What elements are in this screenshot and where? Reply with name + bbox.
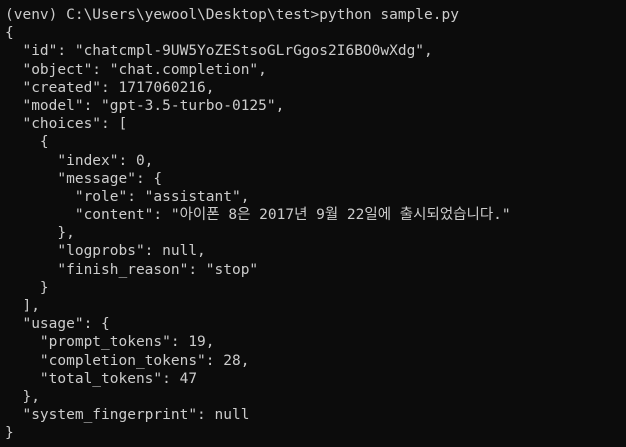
json-total-tokens-line: "total_tokens": 47	[5, 370, 198, 387]
json-choices-line: "choices": [	[5, 116, 128, 133]
json-logprobs-line: "logprobs": null,	[5, 243, 206, 260]
command-prompt-line: (venv) C:\Users\yewool\Desktop\test>pyth…	[5, 7, 459, 23]
json-role-line: "role": "assistant",	[5, 188, 250, 205]
json-message-close: },	[5, 225, 75, 242]
json-id-line: "id": "chatcmpl-9UW5YoZEStsoGLrGgos2I6BO…	[5, 43, 433, 60]
json-system-fingerprint-line: "system_fingerprint": null	[5, 407, 250, 424]
json-open-brace: {	[5, 25, 14, 42]
json-completion-tokens-line: "completion_tokens": 28,	[5, 352, 250, 369]
json-choice-close-brace: }	[5, 279, 49, 296]
json-message-line: "message": {	[5, 170, 163, 187]
json-object-line: "object": "chat.completion",	[5, 61, 267, 78]
json-usage-line: "usage": {	[5, 316, 110, 333]
terminal-output[interactable]: (venv) C:\Users\yewool\Desktop\test>pyth…	[0, 0, 626, 447]
json-choices-close: ],	[5, 298, 40, 314]
json-model-line: "model": "gpt-3.5-turbo-0125",	[5, 97, 285, 114]
json-content-line: "content": "아이폰 8은 2017년 9월 22일에 출시되었습니다…	[5, 207, 511, 224]
json-choice-open-brace: {	[5, 134, 49, 151]
json-close-brace: }	[5, 425, 14, 442]
json-prompt-tokens-line: "prompt_tokens": 19,	[5, 334, 215, 351]
json-finish-reason-line: "finish_reason": "stop"	[5, 261, 259, 278]
json-index-line: "index": 0,	[5, 152, 154, 169]
json-usage-close: },	[5, 388, 40, 405]
json-created-line: "created": 1717060216,	[5, 79, 215, 96]
